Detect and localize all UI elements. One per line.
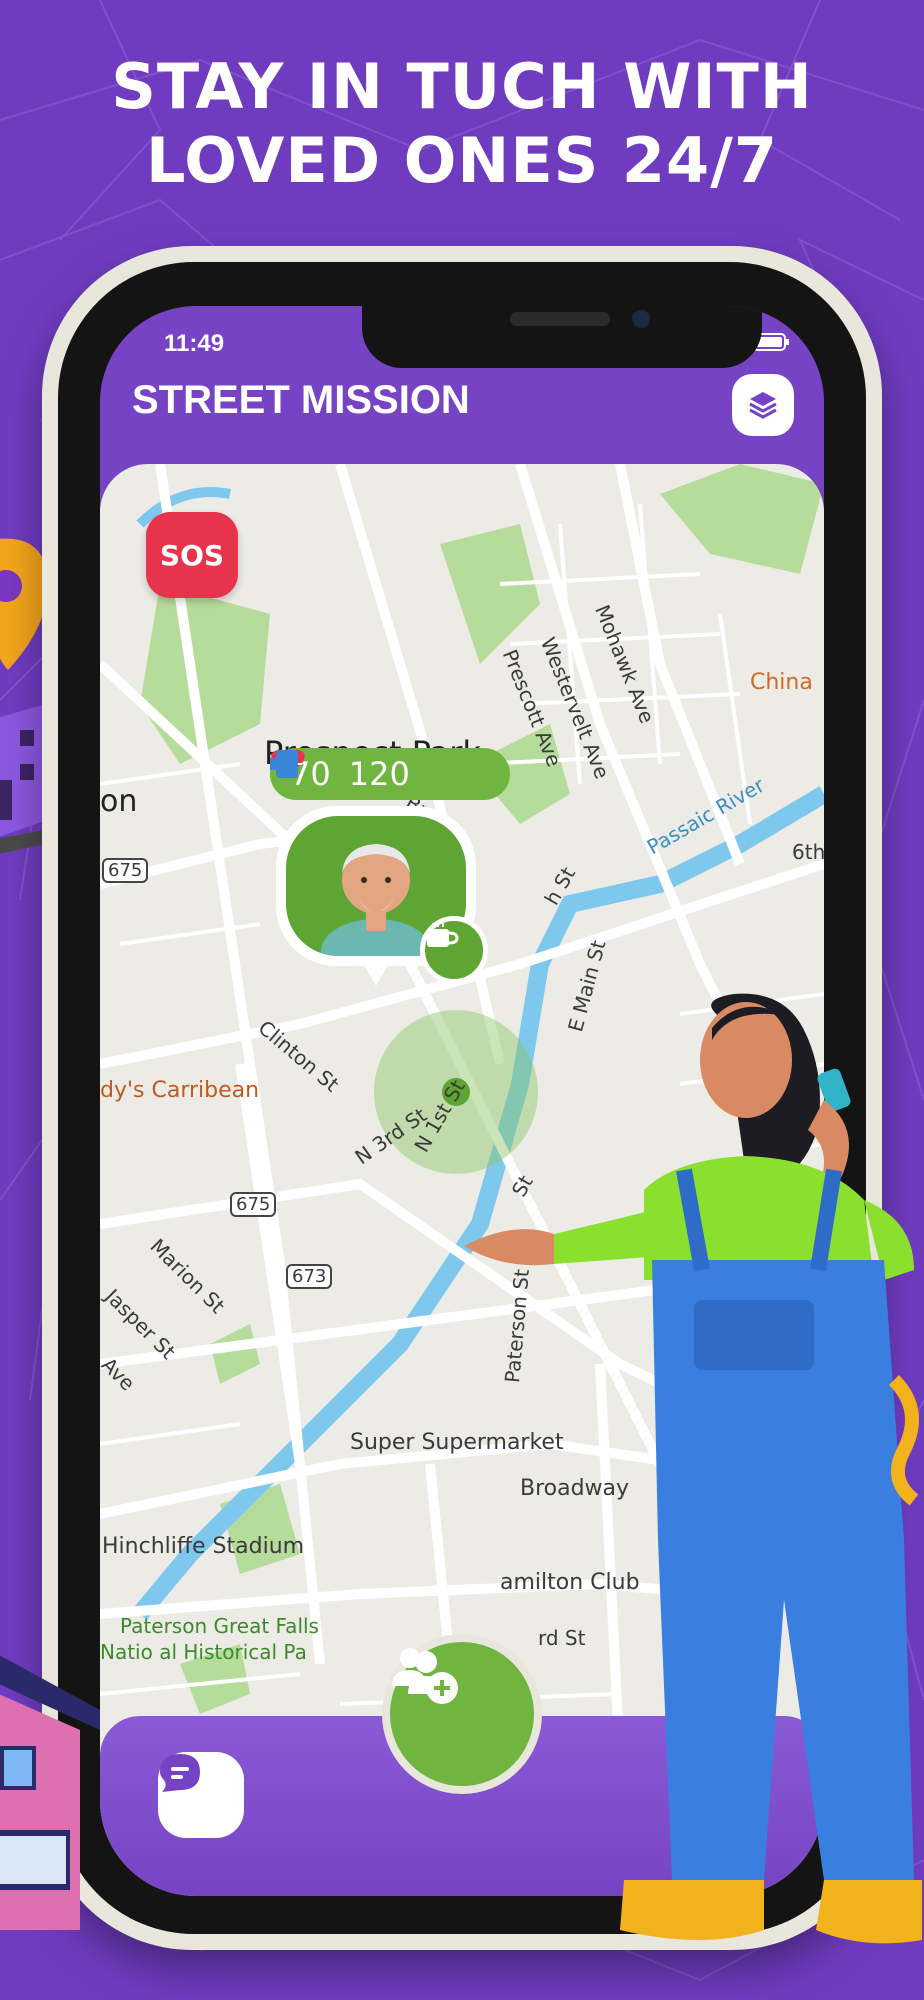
- woman-on-phone-illustration: [464, 993, 922, 1944]
- route-shield-675-b: 675: [230, 1192, 277, 1217]
- map-label-caribbean: dy's Carribean: [100, 1078, 260, 1103]
- speaker-grille: [510, 312, 610, 326]
- house-decoration: [0, 1655, 100, 1930]
- device-battery-icon: [270, 750, 298, 778]
- phone-notch: [362, 306, 762, 368]
- chat-button[interactable]: [158, 1752, 244, 1838]
- headline: STAY IN TUCH WITH LOVED ONES 24/7: [0, 50, 924, 198]
- status-time: 11:49: [164, 330, 225, 357]
- layers-button[interactable]: [732, 374, 794, 436]
- route-shield-673: 673: [286, 1264, 333, 1289]
- layers-icon: [749, 392, 777, 419]
- chat-icon: [160, 1754, 200, 1792]
- front-camera: [632, 310, 650, 328]
- right-decoration: [888, 1375, 919, 1506]
- map-label-hinchliffe-stadium: Hinchliffe Stadium: [102, 1534, 305, 1559]
- map-label-national-park: Natio al Historical Pa: [100, 1640, 307, 1664]
- battery-value: 120: [348, 755, 410, 793]
- app-title: STREET MISSION: [132, 378, 470, 422]
- map-label-6th: 6th: [792, 840, 824, 864]
- route-shield-675-a: 675: [102, 858, 149, 883]
- headline-line-2: LOVED ONES 24/7: [146, 124, 778, 197]
- vitals-pill[interactable]: 70 120: [270, 748, 510, 800]
- headline-line-1: STAY IN TUCH WITH: [111, 50, 813, 123]
- map-label-china: China: [750, 670, 813, 695]
- map-label-on: on: [100, 784, 138, 819]
- coffee-cup-icon: [427, 923, 459, 947]
- map-label-paterson-great-falls: Paterson Great Falls: [120, 1614, 319, 1638]
- activity-badge: [420, 916, 488, 984]
- sos-button[interactable]: SOS: [146, 512, 238, 598]
